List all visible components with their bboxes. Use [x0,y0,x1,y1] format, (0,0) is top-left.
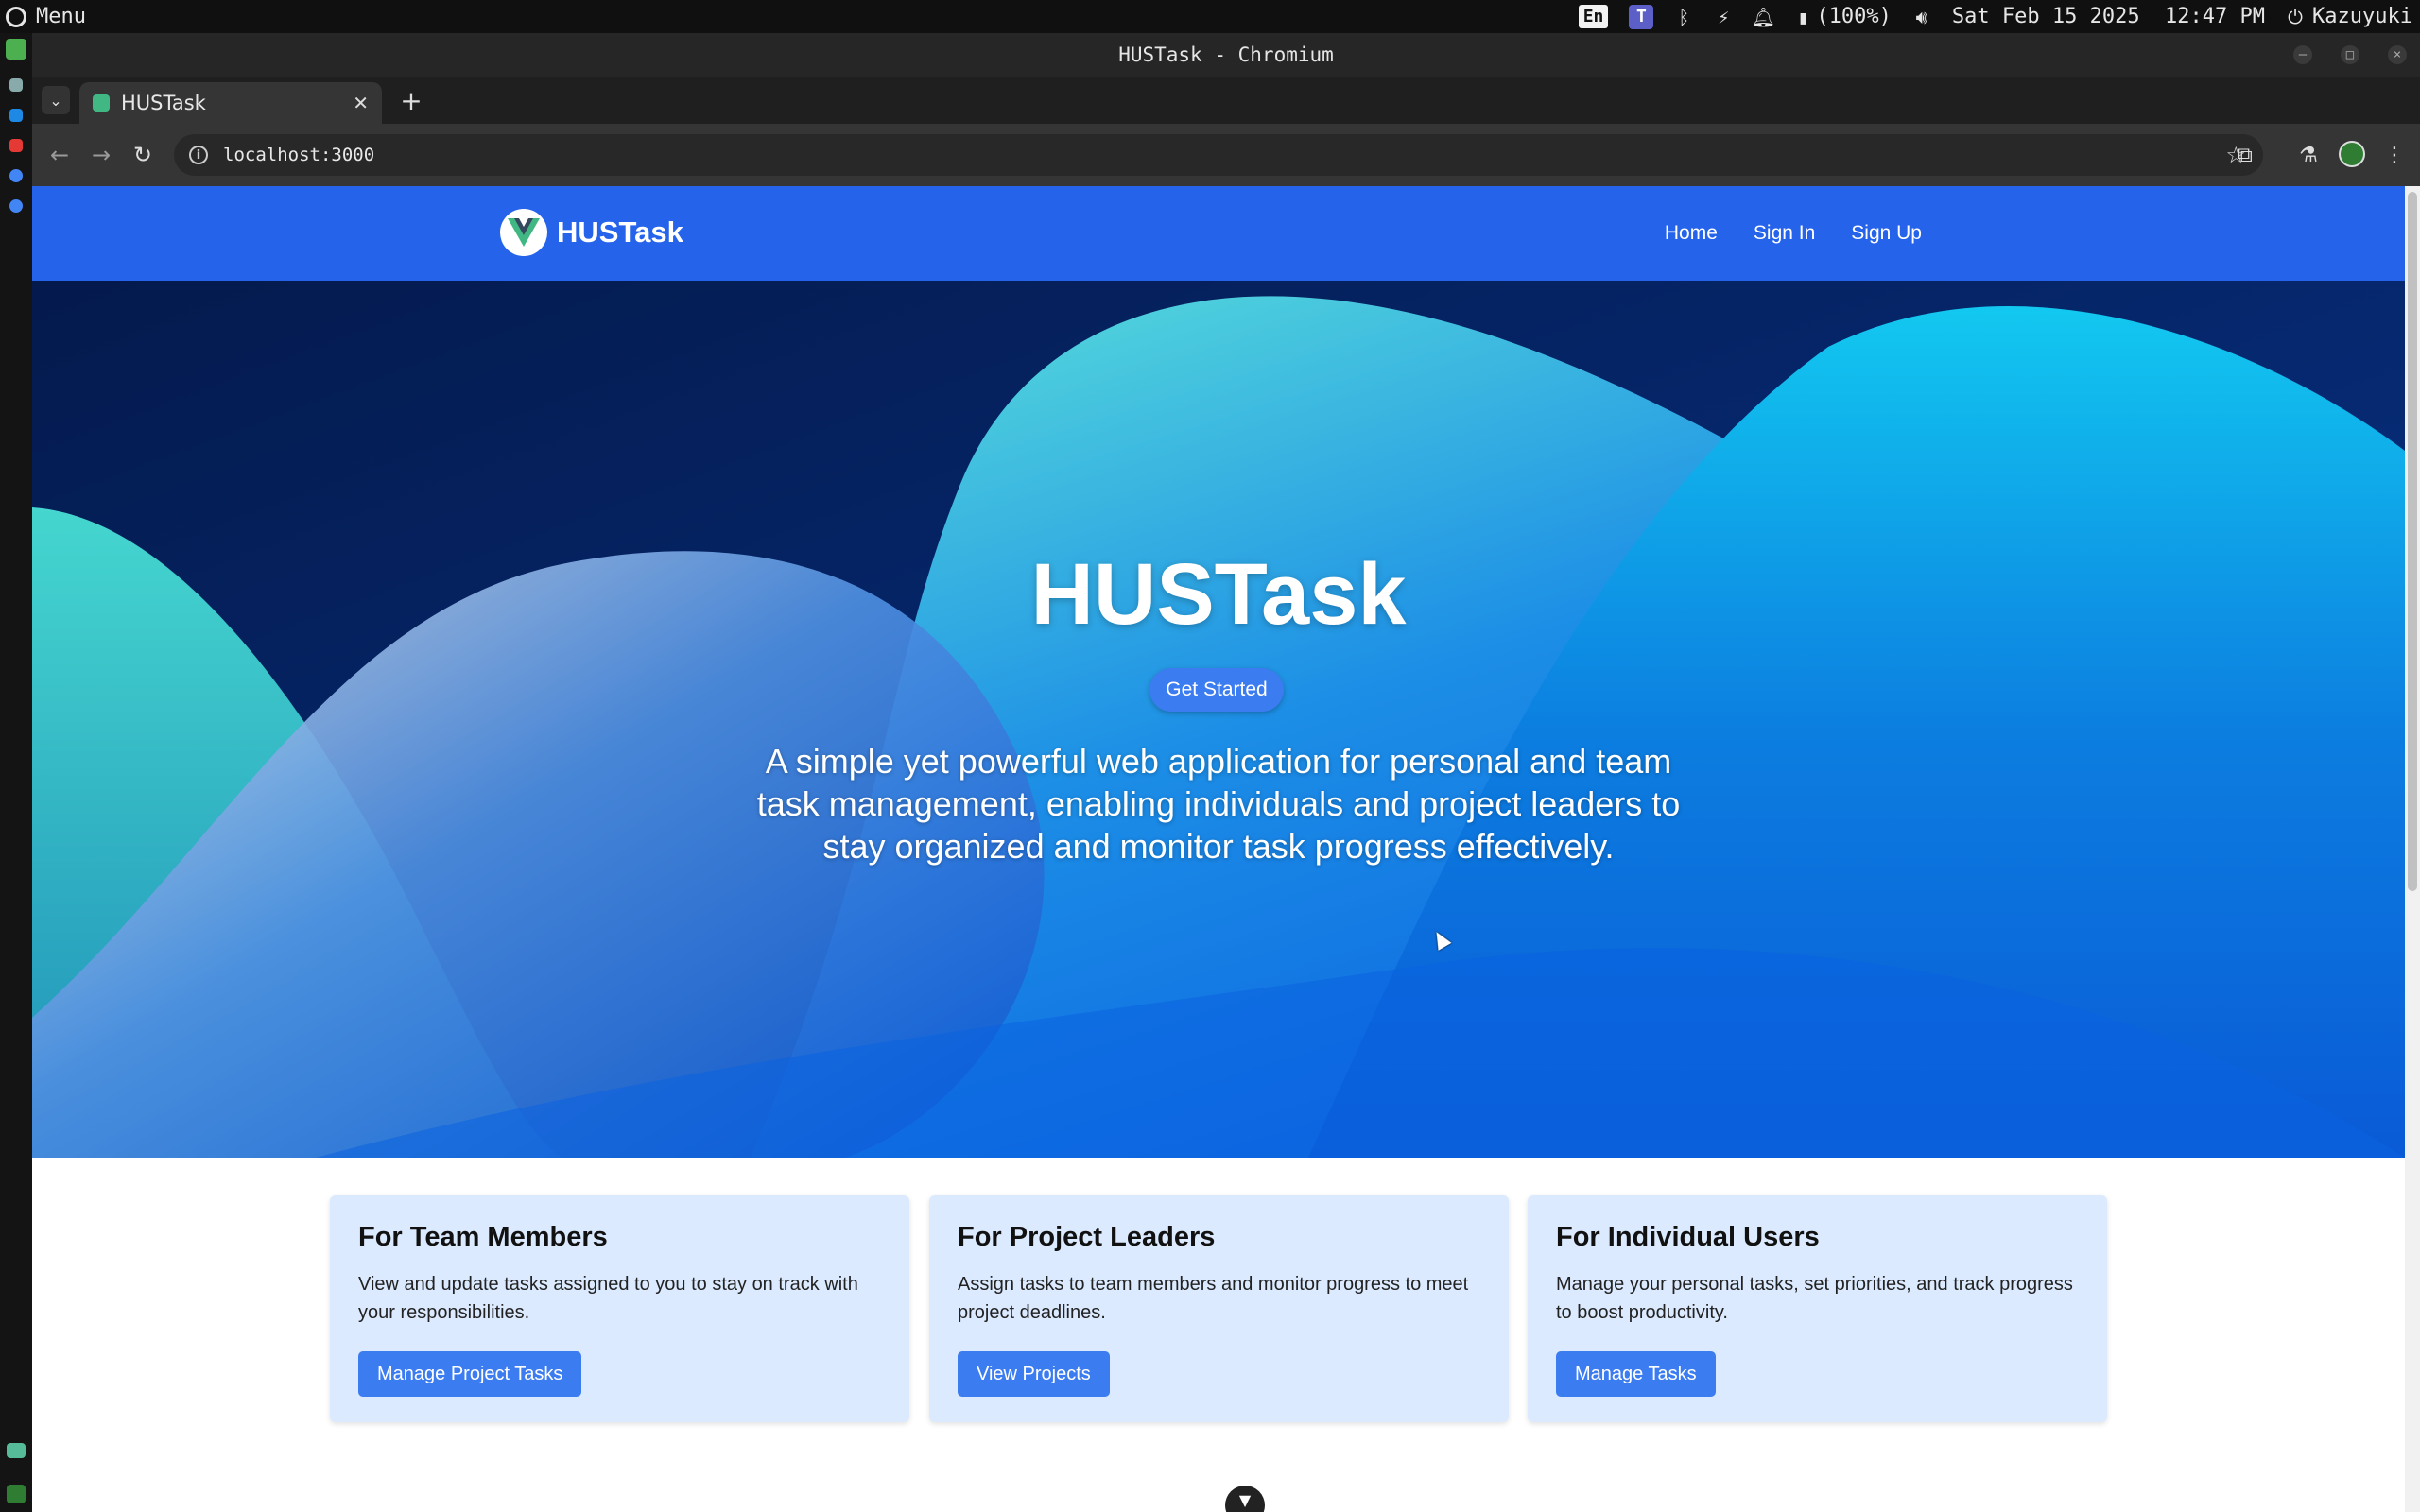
page-scrollbar[interactable] [2405,186,2420,1512]
features-section: For Team Members View and update tasks a… [32,1158,2405,1512]
feature-card-individual-users: For Individual Users Manage your persona… [1528,1195,2107,1422]
extensions-icon[interactable]: ⧉ [2231,141,2259,169]
card-title: For Project Leaders [958,1222,1216,1252]
browser-toolbar: ← → ↻ i localhost:3000 ☆ ⧉ ⚗ ⋮ [32,124,2420,186]
battery-indicator[interactable]: ▮ (100%) [1793,5,1892,28]
user-name: Kazuyuki [2312,5,2412,28]
nav-home-link[interactable]: Home [1665,222,1718,245]
hero-description: A simple yet powerful web application fo… [756,742,1681,866]
manage-tasks-button[interactable]: Manage Tasks [1556,1351,1716,1397]
os-menu-label: Menu [36,5,86,28]
dock-app-icon[interactable] [9,139,23,152]
os-menu-button[interactable]: Menu [0,5,86,28]
url-text[interactable]: localhost:3000 [223,145,374,165]
teams-icon[interactable]: T [1629,4,1654,29]
user-session-menu[interactable]: ⏻ Kazuyuki [2286,5,2412,28]
tab-title: HUSTask [121,92,206,114]
brand-link[interactable]: HUSTask [500,209,683,256]
address-bar[interactable]: i localhost:3000 ☆ [174,134,2263,176]
page-viewport: HUSTask Home Sign In Sign Up HUSTask Get… [32,186,2405,1512]
battery-icon: ▮ [1797,5,1809,28]
profile-avatar[interactable] [2339,141,2365,167]
card-text: Manage your personal tasks, set prioriti… [1556,1274,2073,1323]
os-top-bar: Menu En T ᛒ ⚡ 🔔︎ ▮ (100%) 🔊︎ Sat Feb 15 … [0,0,2420,33]
reload-icon[interactable]: ↻ [129,141,157,169]
power-icon: ⏻ [2288,5,2303,28]
labs-flask-icon[interactable]: ⚗ [2294,141,2323,169]
distro-logo-icon [6,6,26,27]
favicon-icon [93,94,110,112]
system-tray: En T ᛒ ⚡ 🔔︎ ▮ (100%) 🔊︎ Sat Feb 15 2025 … [1578,0,2412,33]
feature-card-team-members: For Team Members View and update tasks a… [330,1195,909,1422]
close-icon[interactable]: × [2388,45,2407,64]
brand-name: HUSTask [557,215,683,249]
keyboard-layout-indicator[interactable]: En [1578,5,1609,28]
nav-sign-up-link[interactable]: Sign Up [1851,222,1922,245]
nav-links: Home Sign In Sign Up [1665,186,1922,281]
dock-app-icon[interactable] [7,1443,26,1458]
card-title: For Team Members [358,1222,608,1252]
dock-app-icon[interactable] [6,39,26,60]
scrollbar-thumb[interactable] [2408,192,2417,891]
manage-project-tasks-button[interactable]: Manage Project Tasks [358,1351,582,1397]
chromium-icon[interactable] [9,169,23,182]
card-title: For Individual Users [1556,1222,1820,1252]
feature-card-project-leaders: For Project Leaders Assign tasks to team… [929,1195,1509,1422]
hero-content: HUSTask Get Started A simple yet powerfu… [32,281,2405,1158]
vue-logo-icon: ▼ [1238,1491,1252,1509]
tab-hustask[interactable]: HUSTask ✕ [79,82,382,124]
get-started-button[interactable]: Get Started [1150,668,1284,712]
tab-search-button[interactable]: ⌄ [42,86,70,114]
more-menu-icon[interactable]: ⋮ [2380,141,2409,169]
bell-icon[interactable]: 🔔︎ [1752,6,1775,28]
window-title: HUSTask - Chromium [1118,43,1334,66]
clock[interactable]: Sat Feb 15 2025 12:47 PM [1952,5,2265,28]
vscode-icon[interactable] [9,109,23,122]
tab-close-icon[interactable]: ✕ [353,92,369,114]
back-icon[interactable]: ← [45,141,74,169]
left-dock [0,33,32,1512]
hero-section: HUSTask Get Started A simple yet powerfu… [32,281,2405,1158]
site-info-icon[interactable]: i [189,146,208,164]
tab-strip: ⌄ HUSTask ✕ + [32,77,2420,124]
card-text: View and update tasks assigned to you to… [358,1274,858,1323]
trash-icon[interactable] [7,1485,26,1503]
minimize-icon[interactable]: – [2293,45,2312,64]
network-icon[interactable]: ⚡ [1714,6,1733,28]
vue-logo-icon [500,209,547,256]
new-tab-button[interactable]: + [397,85,425,116]
forward-icon[interactable]: → [87,141,115,169]
battery-level: (100%) [1816,5,1892,28]
hero-title: HUSTask [1030,546,1407,643]
card-text: Assign tasks to team members and monitor… [958,1274,1469,1323]
chromium-icon[interactable] [9,199,23,213]
window-titlebar: HUSTask - Chromium – □ × [32,33,2420,77]
dock-app-icon[interactable] [9,78,23,92]
volume-icon[interactable]: 🔊︎ [1912,6,1931,28]
nav-sign-in-link[interactable]: Sign In [1754,222,1815,245]
view-projects-button[interactable]: View Projects [958,1351,1110,1397]
site-navbar: HUSTask Home Sign In Sign Up [32,186,2405,281]
maximize-icon[interactable]: □ [2341,45,2360,64]
bluetooth-icon[interactable]: ᛒ [1674,6,1693,28]
